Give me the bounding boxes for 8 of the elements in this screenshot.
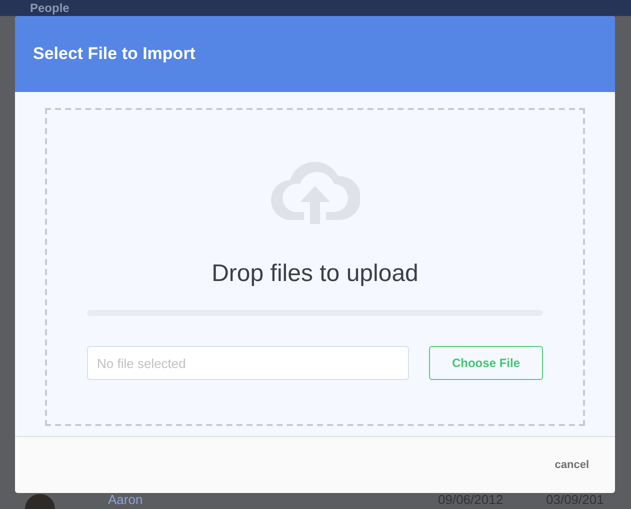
app-title: People [30,1,70,15]
cloud-upload-icon [270,160,360,226]
cancel-button[interactable]: cancel [554,457,589,473]
dialog-title: Select File to Import [33,44,196,64]
person-name-link[interactable]: Aaron [108,492,143,507]
file-name-field[interactable]: No file selected [87,346,409,380]
drop-zone[interactable]: Drop files to upload No file selected Choose File [45,108,585,426]
drop-prompt: Drop files to upload [212,260,418,288]
